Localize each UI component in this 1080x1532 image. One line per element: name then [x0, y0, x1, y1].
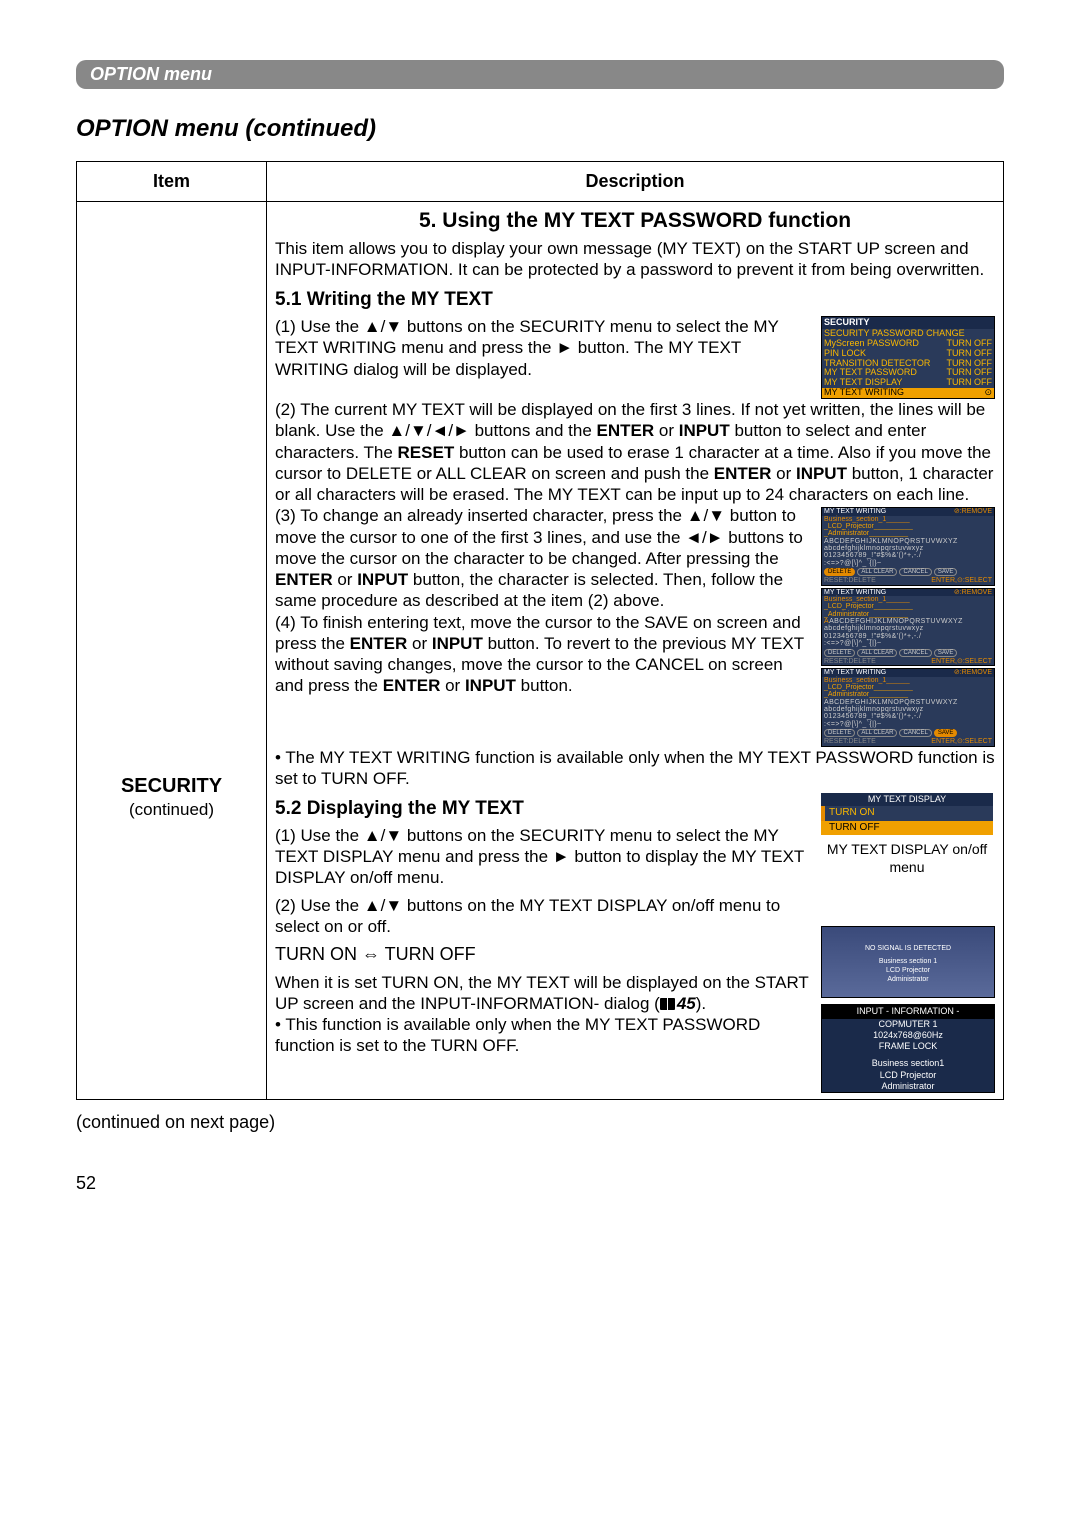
security-menu-screenshot: SECURITY SECURITY PASSWORD CHANGE MyScre… — [821, 316, 995, 399]
p4: (4) To finish entering text, move the cu… — [275, 612, 813, 697]
desc-heading-52: 5.2 Displaying the MY TEXT — [275, 797, 813, 821]
desc-cell: 5. Using the MY TEXT PASSWORD function T… — [267, 201, 1004, 1100]
p3: (3) To change an already inserted charac… — [275, 505, 813, 611]
turn-toggle-line: TURN ON ⇔ TURN OFF — [275, 943, 813, 966]
p6: (2) Use the ▲/▼ buttons on the MY TEXT D… — [275, 895, 813, 938]
header-bar: OPTION menu — [76, 60, 1004, 89]
desc-intro: This item allows you to display your own… — [275, 238, 995, 281]
text-writing-screenshot-2: MY TEXT WRITING⊘:REMOVE Business_section… — [821, 588, 995, 666]
text-writing-screenshot-1: MY TEXT WRITING⊘:REMOVE Business_section… — [821, 507, 995, 585]
note1: • The MY TEXT WRITING function is availa… — [275, 747, 995, 790]
p1: (1) Use the ▲/▼ buttons on the SECURITY … — [275, 316, 813, 380]
note2: • This function is available only when t… — [275, 1014, 813, 1057]
item-title: SECURITY — [85, 774, 258, 799]
description-table: Item Description SECURITY (continued) 5.… — [76, 161, 1004, 1100]
mytext-display-caption: MY TEXT DISPLAY on/off menu — [821, 841, 993, 876]
th-item: Item — [77, 162, 267, 202]
desc-heading-51: 5.1 Writing the MY TEXT — [275, 288, 995, 312]
continued-note: (continued on next page) — [76, 1112, 1004, 1133]
section-title: OPTION menu (continued) — [76, 115, 1004, 143]
startup-screenshot: NO SIGNAL IS DETECTED Business section 1… — [821, 926, 995, 998]
mytext-display-screenshot: MY TEXT DISPLAY TURN ON TURN OFF MY TEXT… — [821, 793, 993, 876]
th-desc: Description — [267, 162, 1004, 202]
text-writing-screenshot-3: MY TEXT WRITING⊘:REMOVE Business_section… — [821, 668, 995, 746]
item-cell: SECURITY (continued) — [77, 201, 267, 1100]
book-icon — [660, 998, 675, 1010]
p7: When it is set TURN ON, the MY TEXT will… — [275, 972, 813, 1015]
input-info-screenshot: INPUT - INFORMATION - COPMUTER 1 1024x76… — [821, 1004, 995, 1093]
p5: (1) Use the ▲/▼ buttons on the SECURITY … — [275, 825, 813, 889]
item-sub: (continued) — [85, 799, 258, 820]
page-number: 52 — [76, 1173, 1004, 1194]
desc-heading-5: 5. Using the MY TEXT PASSWORD function — [275, 208, 995, 234]
p2: (2) The current MY TEXT will be displaye… — [275, 399, 995, 505]
